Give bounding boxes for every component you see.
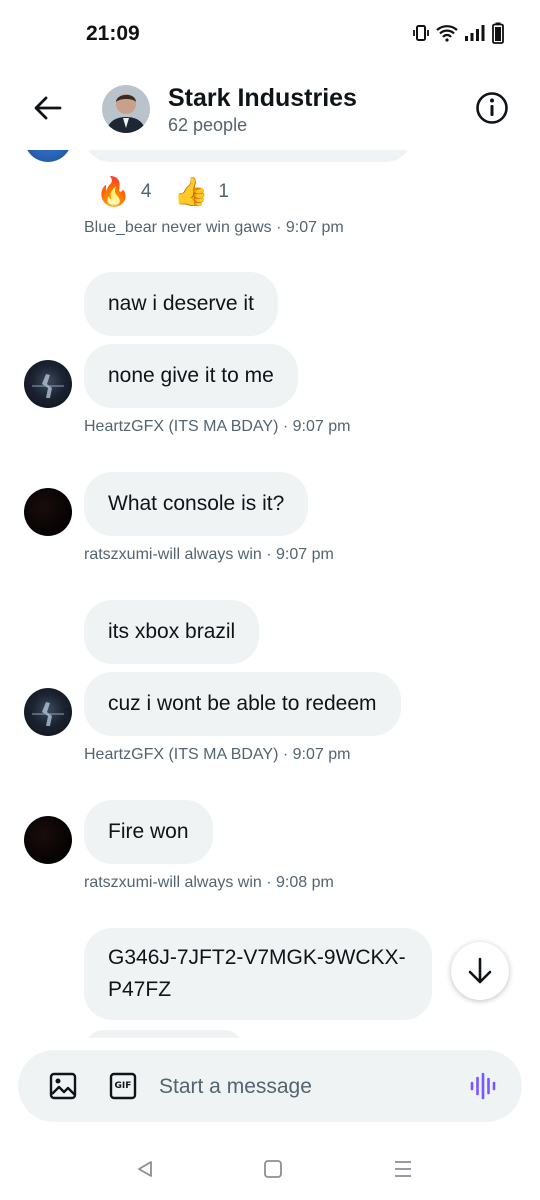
conversation-header: Stark Industries 62 people <box>0 70 540 150</box>
triangle-back-icon <box>138 1161 152 1177</box>
group-title[interactable]: Stark Industries <box>168 84 357 113</box>
status-icons <box>412 22 504 49</box>
message-bubble-code[interactable]: G346J-7JFT2-V7MGK-9WCKX-P47FZ <box>84 928 432 1020</box>
message-bubble[interactable]: cuz i wont be able to redeem <box>84 672 401 736</box>
image-icon <box>49 1072 77 1100</box>
nav-home-button[interactable] <box>258 1154 288 1184</box>
message-composer: GIF <box>18 1050 522 1122</box>
sender-avatar[interactable] <box>24 488 72 536</box>
wifi-icon <box>436 24 458 47</box>
sender-avatar[interactable] <box>24 688 72 736</box>
info-button[interactable] <box>472 88 512 128</box>
message-meta: ratszxumi-will always win · 9:08 pm <box>84 874 334 891</box>
message-meta: HeartzGFX (ITS MA BDAY) · 9:07 pm <box>84 418 351 435</box>
voice-waveform-icon <box>470 1072 496 1100</box>
image-button[interactable] <box>49 1072 77 1100</box>
signal-icon <box>464 24 486 47</box>
message-bubble[interactable]: What console is it? <box>84 472 309 536</box>
reaction-count: 1 <box>218 181 229 202</box>
reaction-fire[interactable]: 🔥 4 <box>96 178 151 206</box>
nav-back-button[interactable] <box>130 1154 160 1184</box>
sender-avatar[interactable] <box>24 360 72 408</box>
system-nav-bar <box>0 1140 540 1200</box>
message-list[interactable]: 🔥 4 👍 1 Blue_bear never win gaws · 9:07 … <box>0 150 540 1038</box>
reaction-count: 4 <box>140 181 152 202</box>
status-bar: 21:09 <box>0 0 540 70</box>
sender-avatar[interactable] <box>24 150 72 162</box>
message-bubble[interactable]: naw i deserve it <box>84 272 278 336</box>
member-count: 62 people <box>168 115 248 135</box>
message-meta: Blue_bear never win gaws · 9:07 pm <box>84 219 344 236</box>
message-bubble-cropped[interactable] <box>84 1030 244 1038</box>
reactions-row: 🔥 4 👍 1 <box>96 178 251 206</box>
back-button[interactable] <box>28 88 68 128</box>
message-bubble-cropped[interactable] <box>84 150 412 162</box>
message-bubble[interactable]: its xbox brazil <box>84 600 260 664</box>
gif-button[interactable]: GIF <box>109 1072 137 1100</box>
menu-recents-icon <box>395 1161 411 1177</box>
info-icon <box>476 92 508 124</box>
message-input[interactable] <box>159 1072 439 1102</box>
status-time: 21:09 <box>86 22 140 45</box>
message-meta: ratszxumi-will always win · 9:07 pm <box>84 546 334 563</box>
back-arrow-icon <box>34 96 62 120</box>
message-bubble[interactable]: none give it to me <box>84 344 298 408</box>
thumbs-up-icon: 👍 <box>173 176 209 207</box>
message-bubble[interactable]: Fire won <box>84 800 213 864</box>
sender-avatar[interactable] <box>24 816 72 864</box>
arrow-down-icon <box>468 957 492 984</box>
message-meta: HeartzGFX (ITS MA BDAY) · 9:07 pm <box>84 746 351 763</box>
vibrate-icon <box>412 24 430 47</box>
gif-label: GIF <box>114 1081 132 1091</box>
reaction-thumbs-up[interactable]: 👍 1 <box>173 178 228 206</box>
group-avatar[interactable] <box>102 85 150 133</box>
voice-message-button[interactable] <box>469 1072 497 1100</box>
square-home-icon <box>264 1160 282 1178</box>
nav-recents-button[interactable] <box>388 1154 418 1184</box>
battery-icon <box>492 22 504 49</box>
fire-icon: 🔥 <box>96 176 131 207</box>
scroll-to-bottom-button[interactable] <box>451 942 509 1000</box>
